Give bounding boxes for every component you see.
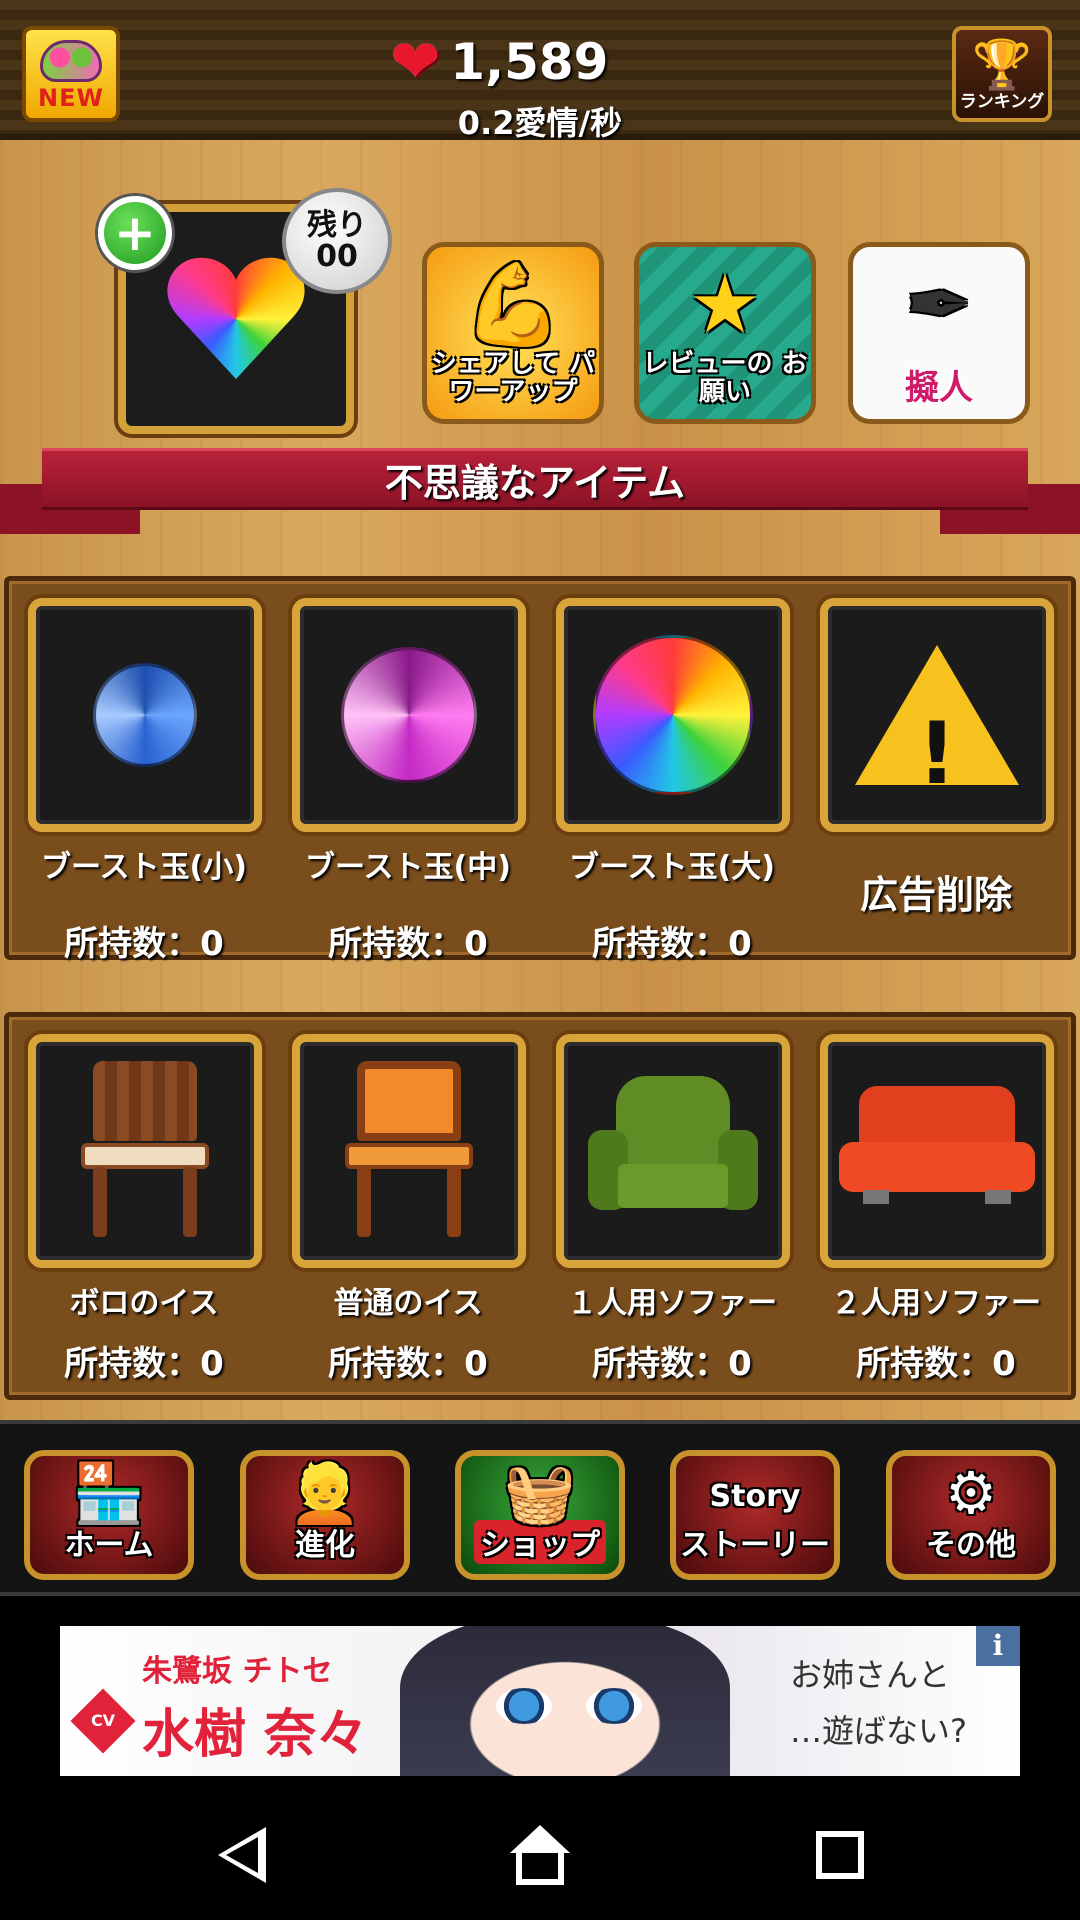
home-icon <box>510 1825 570 1885</box>
character-icon: 👱 <box>288 1459 362 1527</box>
recent-apps-button[interactable] <box>800 1820 880 1890</box>
rainbow-gem-icon <box>593 635 753 795</box>
item-owned-count: 所持数：0 <box>592 1344 752 1384</box>
plus-button[interactable]: + <box>98 196 172 270</box>
system-nav-bar <box>0 1780 1080 1920</box>
love-rate: 0.2愛情/秒 <box>457 104 623 142</box>
item-name: ブースト玉(大) <box>569 850 775 885</box>
ranking-button[interactable]: 🏆 ランキング <box>952 26 1052 122</box>
item-owned-count: 所持数：0 <box>64 1344 224 1384</box>
ad-character-image <box>400 1626 730 1776</box>
purple-gem-icon <box>341 647 477 783</box>
home-button[interactable] <box>500 1820 580 1890</box>
ad-banner[interactable]: 朱鷺坂 チトセ CV 水樹 奈々 お姉さんと …遊ばない? i <box>60 1626 1020 1776</box>
back-button[interactable] <box>202 1820 282 1890</box>
red-sofa-icon <box>839 1086 1035 1216</box>
love-counter: ❤ 1,589 <box>390 30 608 94</box>
item-name: ブースト玉(中) <box>305 850 511 885</box>
remain-bubble: 残り 00 <box>282 188 392 294</box>
ink-brush-icon: ✒ <box>905 258 973 351</box>
gears-icon: ⚙ <box>945 1459 997 1527</box>
item-name: ２人用ソファー <box>831 1286 1041 1321</box>
brain-icon <box>40 40 102 82</box>
item-name: ブースト玉(小) <box>41 850 247 885</box>
item-name: 広告削除 <box>859 873 1012 917</box>
item-name: 普通のイス <box>333 1286 483 1321</box>
share-powerup-label: シェアして パワーアップ <box>430 348 596 408</box>
item-slot-worn-chair[interactable] <box>28 1034 262 1268</box>
cv-badge: CV <box>70 1688 136 1754</box>
item-owned-count: 所持数：0 <box>328 924 488 964</box>
remain-label: 残り <box>307 207 367 243</box>
review-request-button[interactable]: ★ レビューの お願い <box>634 242 816 424</box>
item-slot-double-sofa[interactable] <box>820 1034 1054 1268</box>
item-owned-count: 所持数：0 <box>592 924 752 964</box>
nav-home[interactable]: 🏪 ホーム <box>24 1450 194 1580</box>
item-slot-boost-medium[interactable] <box>292 598 526 832</box>
trophy-icon: 🏆 <box>972 37 1032 93</box>
worn-chair-icon <box>75 1061 215 1241</box>
item-slot-single-sofa[interactable] <box>556 1034 790 1268</box>
storybook-icon: Story <box>709 1479 801 1514</box>
gijin-app-button[interactable]: ✒ 擬人 <box>848 242 1030 424</box>
flexed-arm-icon: 💪 <box>463 258 563 351</box>
item-slot-boost-small[interactable] <box>28 598 262 832</box>
heart-icon: ❤ <box>390 27 441 97</box>
shop-awning-icon: 🏪 <box>72 1459 146 1527</box>
item-name: ボロのイス <box>69 1286 219 1321</box>
remain-value: 00 <box>316 239 358 274</box>
section-banner: 不思議なアイテム <box>0 448 1080 538</box>
back-triangle-icon <box>218 1827 266 1883</box>
item-slot-boost-large[interactable] <box>556 598 790 832</box>
item-slot-remove-ads[interactable]: ! <box>820 598 1054 832</box>
item-owned-count: 所持数：0 <box>856 1344 1016 1384</box>
nav-story-label: ストーリー <box>680 1528 830 1563</box>
nav-story[interactable]: Story ストーリー <box>670 1450 840 1580</box>
blue-gem-icon <box>93 663 197 767</box>
warning-icon: ! <box>855 645 1019 797</box>
nav-other[interactable]: ⚙ その他 <box>886 1450 1056 1580</box>
love-total: 1,589 <box>450 33 609 91</box>
section-title: 不思議なアイテム <box>42 448 1028 510</box>
top-bar: NEW ❤ 1,589 0.2愛情/秒 🏆 ランキング <box>0 0 1080 142</box>
ad-info-icon[interactable]: i <box>976 1626 1020 1666</box>
gijin-label: 擬人 <box>905 367 973 408</box>
ad-tagline-1: お姉さんと <box>790 1656 951 1694</box>
rainbow-heart-icon <box>166 254 306 384</box>
ad-voice-actor: 水樹 奈々 <box>142 1705 369 1765</box>
armchair-icon <box>588 1076 758 1226</box>
item-name: １人用ソファー <box>567 1286 777 1321</box>
review-request-label: レビューの お願い <box>642 348 808 408</box>
normal-chair-icon <box>339 1061 479 1241</box>
share-powerup-button[interactable]: 💪 シェアして パワーアップ <box>422 242 604 424</box>
star-icon: ★ <box>689 258 761 351</box>
ad-character-name: 朱鷺坂 チトセ <box>142 1654 333 1689</box>
recent-apps-icon <box>816 1831 864 1879</box>
item-slot-normal-chair[interactable] <box>292 1034 526 1268</box>
nav-shop[interactable]: 🧺 ショップ <box>455 1450 625 1580</box>
bottom-nav: 🏪 ホーム 👱 進化 🧺 ショップ Story ストーリー ⚙ その他 <box>0 1420 1080 1596</box>
nav-evolve[interactable]: 👱 進化 <box>240 1450 410 1580</box>
item-owned-count: 所持数：0 <box>64 924 224 964</box>
item-owned-count: 所持数：0 <box>328 1344 488 1384</box>
basket-icon: 🧺 <box>503 1459 577 1527</box>
ad-tagline-2: …遊ばない? <box>790 1712 967 1750</box>
